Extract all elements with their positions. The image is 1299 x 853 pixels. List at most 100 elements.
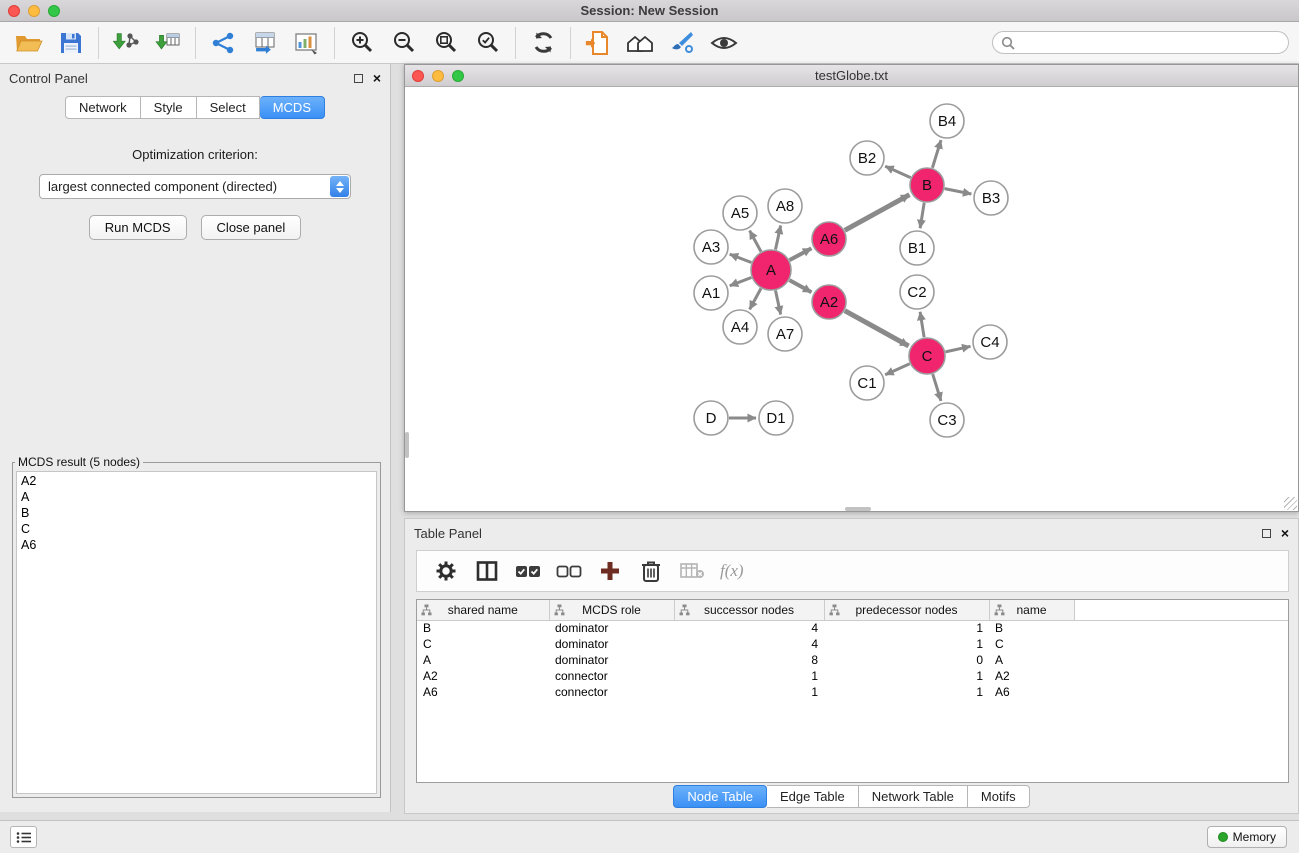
column-header-name[interactable]: name	[989, 600, 1074, 620]
open-session-button[interactable]	[8, 25, 50, 61]
network-canvas[interactable]: B4B2BB3A8A5A6A3B1AA1C2A2A4A7C4CC1DD1C3	[405, 87, 1298, 511]
close-panel-icon[interactable]: ×	[373, 71, 381, 85]
cell[interactable]: B	[989, 620, 1074, 636]
table-row[interactable]: Cdominator41C	[417, 636, 1288, 652]
graph-edge-A-A8[interactable]	[776, 226, 781, 250]
cell[interactable]: dominator	[549, 636, 674, 652]
select-all-button[interactable]	[511, 554, 545, 588]
search-input[interactable]	[1019, 35, 1280, 50]
tab-style[interactable]: Style	[141, 96, 197, 119]
cell[interactable]: 1	[824, 668, 989, 684]
graph-edge-C-C3[interactable]	[933, 374, 941, 401]
cell[interactable]: 1	[674, 684, 824, 700]
show-hide-button[interactable]	[703, 25, 745, 61]
cell[interactable]: 1	[824, 620, 989, 636]
result-item[interactable]: C	[21, 521, 372, 537]
graph-edge-A-A5[interactable]	[750, 231, 761, 252]
graph-node-A[interactable]: A	[751, 250, 791, 290]
tab-motifs[interactable]: Motifs	[968, 785, 1030, 808]
import-network-button[interactable]	[105, 25, 147, 61]
cell[interactable]: connector	[549, 684, 674, 700]
new-network-button[interactable]	[202, 25, 244, 61]
tab-edge-table[interactable]: Edge Table	[767, 785, 859, 808]
task-history-button[interactable]	[10, 826, 37, 848]
network-close-traffic-light[interactable]	[412, 70, 424, 82]
graph-edge-A-A2[interactable]	[789, 280, 811, 292]
graph-node-B4[interactable]: B4	[930, 104, 964, 138]
horizontal-scrollbar-thumb[interactable]	[845, 507, 871, 511]
graph-node-A4[interactable]: A4	[723, 310, 757, 344]
graph-edge-A-A4[interactable]	[750, 288, 761, 309]
graph-node-A2[interactable]: A2	[812, 285, 846, 319]
graph-edge-C-C2[interactable]	[920, 312, 924, 337]
cell[interactable]: 1	[674, 668, 824, 684]
function-builder-button[interactable]: f(x)	[720, 561, 744, 581]
column-visibility-button[interactable]	[470, 554, 504, 588]
table-float-panel-icon[interactable]	[1262, 529, 1271, 538]
graph-edge-B-B3[interactable]	[945, 189, 972, 194]
cell[interactable]: dominator	[549, 652, 674, 668]
table-row[interactable]: A2connector11A2	[417, 668, 1288, 684]
table-row[interactable]: Adominator80A	[417, 652, 1288, 668]
zoom-fit-button[interactable]	[425, 25, 467, 61]
cell[interactable]: B	[417, 620, 549, 636]
cell[interactable]: A2	[989, 668, 1074, 684]
graph-node-B3[interactable]: B3	[974, 181, 1008, 215]
optimization-criterion-select[interactable]: largest connected component (directed)	[39, 174, 351, 199]
cell[interactable]: connector	[549, 668, 674, 684]
float-panel-icon[interactable]	[354, 74, 363, 83]
import-table-button[interactable]	[147, 25, 189, 61]
graph-node-C4[interactable]: C4	[973, 325, 1007, 359]
graph-node-C3[interactable]: C3	[930, 403, 964, 437]
graph-node-C1[interactable]: C1	[850, 366, 884, 400]
result-item[interactable]: A2	[21, 473, 372, 489]
cell[interactable]: A6	[417, 684, 549, 700]
cell[interactable]: 0	[824, 652, 989, 668]
graph-node-A7[interactable]: A7	[768, 317, 802, 351]
table-row[interactable]: A6connector11A6	[417, 684, 1288, 700]
result-item[interactable]: B	[21, 505, 372, 521]
tab-network[interactable]: Network	[65, 96, 141, 119]
minimize-traffic-light[interactable]	[28, 5, 40, 17]
graph-edge-B-B4[interactable]	[932, 140, 941, 168]
tab-mcds[interactable]: MCDS	[260, 96, 325, 119]
tab-select[interactable]: Select	[197, 96, 260, 119]
graph-edge-A-A3[interactable]	[730, 254, 752, 262]
tab-network-table[interactable]: Network Table	[859, 785, 968, 808]
graph-edge-A2-C[interactable]	[845, 311, 909, 346]
zoom-out-button[interactable]	[383, 25, 425, 61]
cell[interactable]: C	[989, 636, 1074, 652]
graph-edge-B-B2[interactable]	[885, 166, 910, 177]
mcds-result-list[interactable]: A2ABCA6	[16, 471, 377, 794]
close-traffic-light[interactable]	[8, 5, 20, 17]
table-close-panel-icon[interactable]: ×	[1281, 526, 1289, 540]
graph-edge-A-A1[interactable]	[730, 278, 752, 286]
run-mcds-button[interactable]: Run MCDS	[89, 215, 187, 240]
graph-node-A6[interactable]: A6	[812, 222, 846, 256]
table-settings-button[interactable]	[429, 554, 463, 588]
graph-edge-A6-B[interactable]	[845, 195, 910, 231]
graph-node-D1[interactable]: D1	[759, 401, 793, 435]
cell[interactable]: A2	[417, 668, 549, 684]
column-header-successor-nodes[interactable]: successor nodes	[674, 600, 824, 620]
cell[interactable]: 1	[824, 636, 989, 652]
delete-table-button[interactable]	[675, 554, 709, 588]
column-header-MCDS-role[interactable]: MCDS role	[549, 600, 674, 620]
network-graph[interactable]: B4B2BB3A8A5A6A3B1AA1C2A2A4A7C4CC1DD1C3	[405, 87, 1298, 511]
network-window-titlebar[interactable]: testGlobe.txt	[405, 65, 1298, 87]
graph-edge-C-C4[interactable]	[946, 346, 971, 352]
graph-edge-A-A7[interactable]	[776, 291, 781, 315]
network-zoom-traffic-light[interactable]	[452, 70, 464, 82]
clone-network-button[interactable]	[244, 25, 286, 61]
result-item[interactable]: A6	[21, 537, 372, 553]
save-session-button[interactable]	[50, 25, 92, 61]
graph-node-A5[interactable]: A5	[723, 196, 757, 230]
style-painter-button[interactable]	[661, 25, 703, 61]
graph-node-C[interactable]: C	[909, 338, 945, 374]
vertical-scrollbar-thumb[interactable]	[405, 432, 409, 458]
add-column-button[interactable]	[593, 554, 627, 588]
deselect-all-button[interactable]	[552, 554, 586, 588]
graph-edge-C-C1[interactable]	[885, 364, 910, 375]
zoom-in-button[interactable]	[341, 25, 383, 61]
cell[interactable]: 4	[674, 620, 824, 636]
